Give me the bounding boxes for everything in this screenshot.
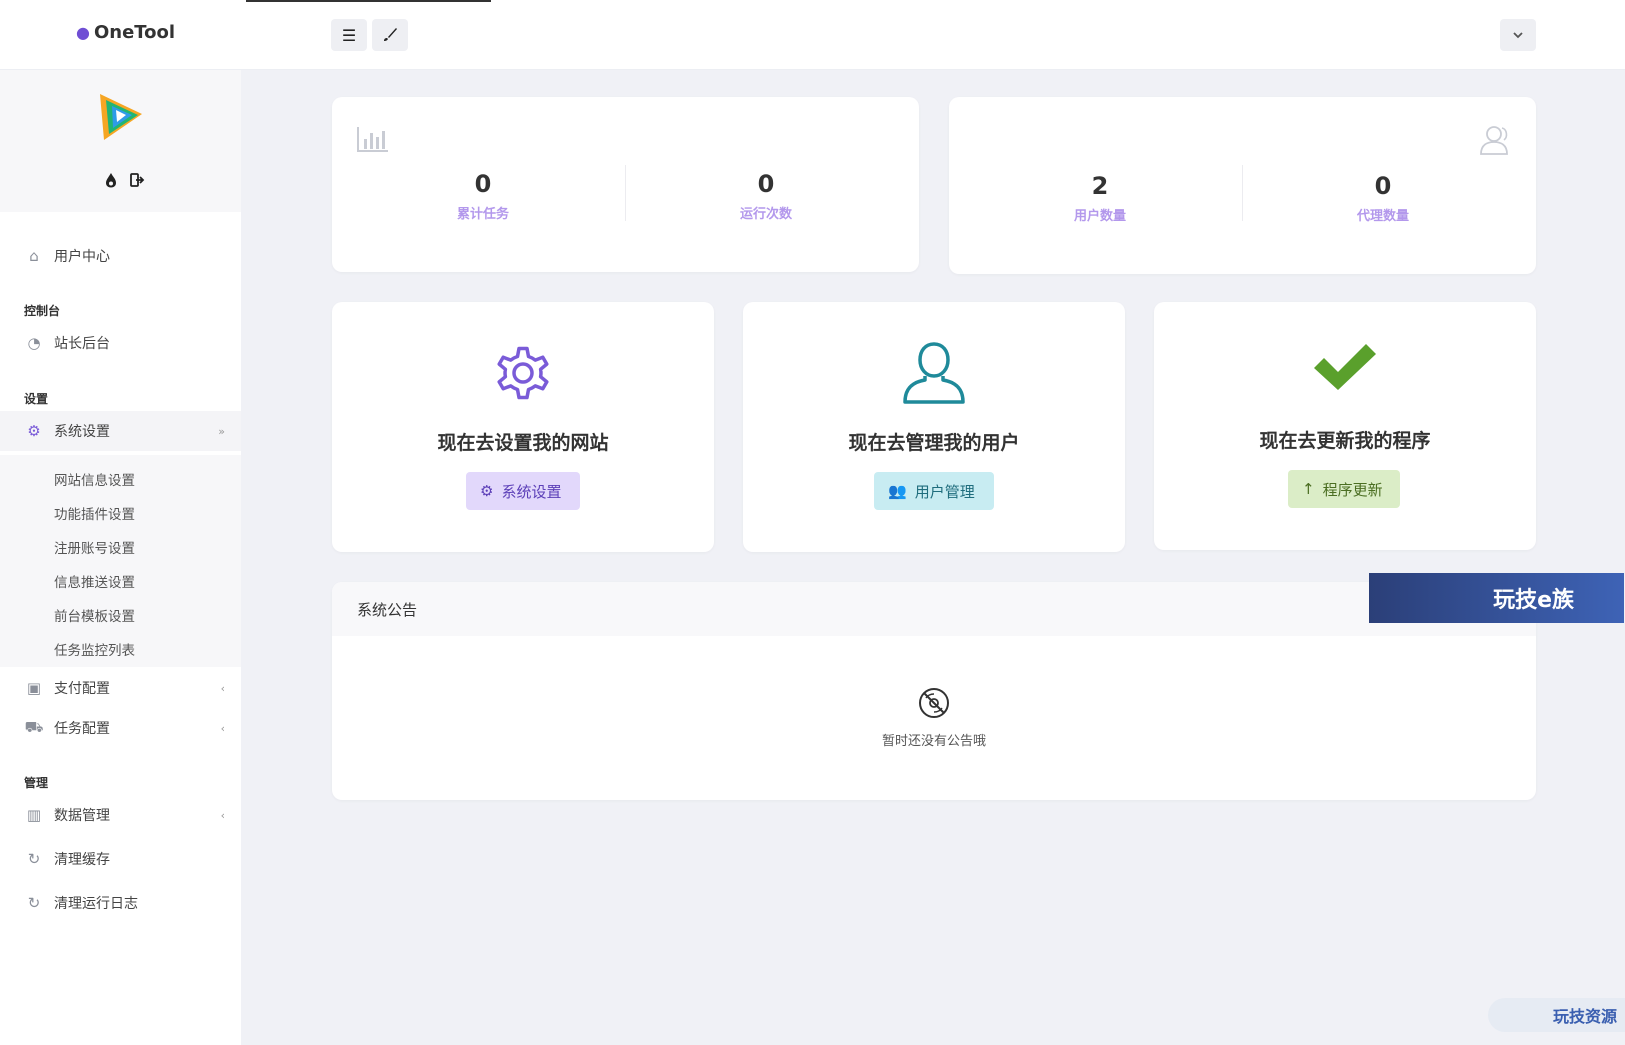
- icon-wrap: [332, 340, 714, 406]
- action-title: 现在去管理我的用户: [848, 432, 1020, 454]
- notice-title: 系统公告: [332, 582, 1536, 636]
- sidebar-item-label: 清理缓存: [54, 852, 110, 868]
- program-update-button[interactable]: ↑ 程序更新: [1288, 470, 1400, 508]
- sidebar-item-label: 站长后台: [54, 336, 110, 352]
- submenu-item-register[interactable]: 注册账号设置: [54, 537, 135, 557]
- submenu-item-push[interactable]: 信息推送设置: [54, 571, 135, 591]
- stat-label: 累计任务: [456, 207, 509, 222]
- empty-state: 暂时还没有公告哦: [332, 686, 1536, 749]
- bar-chart-icon: ▥: [26, 806, 42, 824]
- menu-toggle-button[interactable]: ☰: [331, 19, 367, 51]
- users-icon: [1480, 126, 1508, 155]
- action-card-users: 现在去管理我的用户 👥 用户管理: [743, 302, 1125, 552]
- sidebar: ⌂ 用户中心 控制台 ◔ 站长后台 设置 ⚙ 系统设置 » 网站信息设置 功能插…: [0, 70, 241, 1045]
- button-label: 系统设置: [501, 482, 562, 501]
- stat-label: 运行次数: [739, 207, 792, 222]
- hamburger-icon: ☰: [341, 25, 357, 45]
- action-title: 现在去更新我的程序: [1259, 430, 1431, 452]
- submenu-item-task-monitor[interactable]: 任务监控列表: [54, 639, 135, 659]
- sidebar-item-admin-backend[interactable]: ◔ 站长后台: [0, 323, 241, 363]
- stat-user-count: 2 用户数量: [960, 171, 1240, 224]
- flame-icon[interactable]: [104, 172, 118, 192]
- stat-label: 用户数量: [1073, 209, 1126, 224]
- stat-run-count: 0 运行次数: [626, 169, 906, 222]
- system-settings-button[interactable]: ⚙ 系统设置: [466, 472, 580, 510]
- loading-bar: [246, 0, 491, 2]
- stat-value: 0: [474, 170, 492, 198]
- user-dropdown-button[interactable]: [1500, 19, 1536, 51]
- chevron-down-icon: [1513, 32, 1523, 39]
- sidebar-item-label: 支付配置: [54, 681, 110, 697]
- stat-total-tasks: 0 累计任务: [343, 169, 623, 222]
- section-console: 控制台: [24, 304, 61, 318]
- refresh-icon: ↻: [27, 894, 41, 912]
- section-manage: 管理: [24, 776, 49, 790]
- checkmark-icon: [1314, 344, 1376, 390]
- arrow-up-icon: ↑: [1302, 480, 1315, 498]
- submenu-item-plugins[interactable]: 功能插件设置: [54, 503, 135, 523]
- action-card-site: 现在去设置我的网站 ⚙ 系统设置: [332, 302, 714, 552]
- bar-chart-icon: [357, 127, 388, 152]
- user-manage-button[interactable]: 👥 用户管理: [874, 472, 994, 510]
- empty-text: 暂时还没有公告哦: [881, 734, 986, 749]
- chevron-left-icon: ‹: [220, 721, 225, 735]
- gear-icon: ⚙: [480, 482, 494, 500]
- sidebar-item-label: 清理运行日志: [54, 896, 138, 912]
- chevron-double-down-icon: »: [218, 424, 225, 438]
- chevron-left-icon: ‹: [220, 681, 225, 695]
- sidebar-item-label: 用户中心: [54, 249, 110, 265]
- button-label: 用户管理: [914, 482, 975, 501]
- gear-icon: [497, 346, 549, 400]
- home-icon: ⌂: [29, 247, 39, 265]
- chevron-left-icon: ‹: [220, 808, 225, 822]
- sidebar-item-payment-config[interactable]: ▣ 支付配置 ‹: [0, 668, 241, 708]
- sidebar-item-clear-cache[interactable]: ↻ 清理缓存: [0, 839, 241, 879]
- stats-card-users: 2 用户数量 0 代理数量: [949, 97, 1536, 274]
- money-icon: ▣: [26, 679, 42, 697]
- top-bar: ● OneTool ☰: [0, 0, 1625, 70]
- users-icon: 👥: [888, 482, 907, 500]
- brush-icon: [384, 28, 397, 41]
- submenu-system-settings: 网站信息设置 功能插件设置 注册账号设置 信息推送设置 前台模板设置 任务监控列…: [0, 455, 241, 667]
- action-card-update: 现在去更新我的程序 ↑ 程序更新: [1154, 302, 1536, 550]
- dashboard-icon: ◔: [27, 334, 41, 352]
- icon-wrap: [1154, 340, 1536, 392]
- system-notice-panel: 系统公告 暂时还没有公告哦: [332, 582, 1536, 800]
- sidebar-item-user-center[interactable]: ⌂ 用户中心: [0, 236, 241, 276]
- gear-icon: ⚙: [27, 422, 41, 440]
- sidebar-item-data-manage[interactable]: ▥ 数据管理 ‹: [0, 795, 241, 835]
- stat-label: 代理数量: [1356, 209, 1409, 224]
- sidebar-item-clear-logs[interactable]: ↻ 清理运行日志: [0, 883, 241, 923]
- sidebar-item-system-settings[interactable]: ⚙ 系统设置 »: [0, 411, 241, 451]
- section-settings: 设置: [24, 392, 49, 406]
- action-title: 现在去设置我的网站: [437, 432, 609, 454]
- no-content-icon: [919, 688, 949, 718]
- refresh-icon: ↻: [27, 850, 41, 868]
- sidebar-item-label: 任务配置: [54, 721, 110, 737]
- icon-wrap: [743, 340, 1125, 406]
- sidebar-item-task-config[interactable]: ⛟ 任务配置 ‹: [0, 708, 241, 748]
- sidebar-item-label: 系统设置: [54, 424, 110, 440]
- flame-icon: ●: [76, 23, 90, 42]
- button-label: 程序更新: [1322, 480, 1383, 499]
- watermark-banner: 玩技e族: [1369, 573, 1624, 623]
- logout-icon[interactable]: [130, 172, 146, 192]
- theme-button[interactable]: [372, 19, 408, 51]
- profile-actions: [104, 172, 146, 192]
- stats-card-tasks: 0 累计任务 0 运行次数: [332, 97, 919, 272]
- sidebar-item-label: 数据管理: [54, 808, 110, 824]
- submenu-item-site-info[interactable]: 网站信息设置: [54, 469, 135, 489]
- watermark-corner: 玩技资源: [1488, 998, 1625, 1032]
- stat-agent-count: 0 代理数量: [1243, 171, 1523, 224]
- avatar[interactable]: [92, 88, 150, 146]
- stat-value: 2: [1091, 172, 1109, 200]
- stat-value: 0: [1374, 172, 1392, 200]
- submenu-item-template[interactable]: 前台模板设置: [54, 605, 135, 625]
- stat-value: 0: [757, 170, 775, 198]
- app-name: OneTool: [93, 22, 176, 43]
- profile-panel: [0, 70, 241, 212]
- user-icon: [903, 342, 965, 404]
- app-logo[interactable]: ● OneTool: [76, 22, 175, 43]
- cart-icon: ⛟: [24, 718, 44, 736]
